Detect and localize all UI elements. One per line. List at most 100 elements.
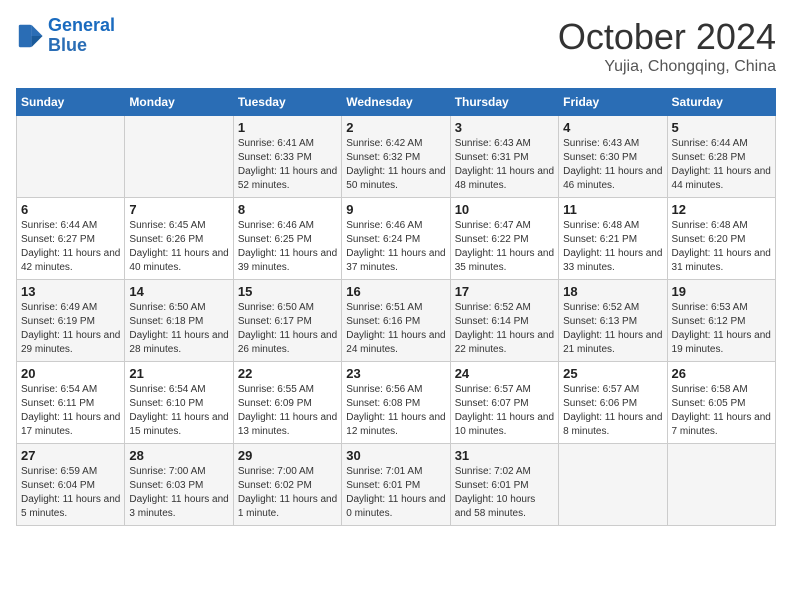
day-info: Sunrise: 6:52 AMSunset: 6:13 PMDaylight:… [563, 301, 662, 357]
calendar-cell: 13 Sunrise: 6:49 AMSunset: 6:19 PMDayligh… [17, 280, 125, 362]
day-info: Sunrise: 7:00 AMSunset: 6:02 PMDaylight:… [238, 465, 337, 521]
calendar-cell: 1 Sunrise: 6:41 AMSunset: 6:33 PMDaylight… [233, 116, 341, 198]
calendar-cell: 20 Sunrise: 6:54 AMSunset: 6:11 PMDayligh… [17, 362, 125, 444]
day-info: Sunrise: 6:41 AMSunset: 6:33 PMDaylight:… [238, 137, 337, 193]
calendar-cell: 8 Sunrise: 6:46 AMSunset: 6:25 PMDaylight… [233, 198, 341, 280]
day-info: Sunrise: 6:47 AMSunset: 6:22 PMDaylight:… [455, 219, 554, 275]
calendar-cell: 19 Sunrise: 6:53 AMSunset: 6:12 PMDayligh… [667, 280, 775, 362]
calendar-cell: 26 Sunrise: 6:58 AMSunset: 6:05 PMDayligh… [667, 362, 775, 444]
day-info: Sunrise: 6:44 AMSunset: 6:28 PMDaylight:… [672, 137, 771, 193]
day-number: 1 [238, 120, 337, 135]
calendar-cell: 4 Sunrise: 6:43 AMSunset: 6:30 PMDaylight… [559, 116, 667, 198]
logo-icon [16, 22, 44, 50]
location-subtitle: Yujia, Chongqing, China [558, 58, 776, 76]
day-info: Sunrise: 6:54 AMSunset: 6:11 PMDaylight:… [21, 383, 120, 439]
day-info: Sunrise: 6:57 AMSunset: 6:06 PMDaylight:… [563, 383, 662, 439]
calendar-cell: 7 Sunrise: 6:45 AMSunset: 6:26 PMDaylight… [125, 198, 233, 280]
calendar-cell: 18Sunrise: 6:52 AMSunset: 6:13 PMDayligh… [559, 280, 667, 362]
day-info: Sunrise: 6:44 AMSunset: 6:27 PMDaylight:… [21, 219, 120, 275]
day-number: 11 [563, 202, 662, 217]
day-number: 7 [129, 202, 228, 217]
logo-general: General [48, 15, 115, 35]
day-info: Sunrise: 6:59 AMSunset: 6:04 PMDaylight:… [21, 465, 120, 521]
day-number: 20 [21, 366, 120, 381]
day-number: 16 [346, 284, 445, 299]
calendar-cell: 16 Sunrise: 6:51 AMSunset: 6:16 PMDayligh… [342, 280, 450, 362]
calendar-cell: 29 Sunrise: 7:00 AMSunset: 6:02 PMDayligh… [233, 444, 341, 526]
day-number: 26 [672, 366, 771, 381]
calendar-cell: 30 Sunrise: 7:01 AMSunset: 6:01 PMDayligh… [342, 444, 450, 526]
day-info: Sunrise: 7:00 AMSunset: 6:03 PMDaylight:… [129, 465, 228, 521]
day-info: Sunrise: 7:02 AMSunset: 6:01 PMDaylight:… [455, 465, 554, 521]
calendar-cell [17, 116, 125, 198]
day-info: Sunrise: 6:46 AMSunset: 6:24 PMDaylight:… [346, 219, 445, 275]
day-info: Sunrise: 6:57 AMSunset: 6:07 PMDaylight:… [455, 383, 554, 439]
weekday-header-wednesday: Wednesday [342, 89, 450, 116]
day-number: 15 [238, 284, 337, 299]
week-row-5: 27 Sunrise: 6:59 AMSunset: 6:04 PMDayligh… [17, 444, 776, 526]
weekday-header-monday: Monday [125, 89, 233, 116]
calendar-cell: 28Sunrise: 7:00 AMSunset: 6:03 PMDayligh… [125, 444, 233, 526]
day-info: Sunrise: 6:52 AMSunset: 6:14 PMDaylight:… [455, 301, 554, 357]
day-number: 19 [672, 284, 771, 299]
day-number: 31 [455, 448, 554, 463]
day-info: Sunrise: 6:50 AMSunset: 6:18 PMDaylight:… [129, 301, 228, 357]
logo-blue: Blue [48, 35, 87, 55]
day-number: 3 [455, 120, 554, 135]
calendar-cell: 6 Sunrise: 6:44 AMSunset: 6:27 PMDaylight… [17, 198, 125, 280]
calendar-cell: 14 Sunrise: 6:50 AMSunset: 6:18 PMDayligh… [125, 280, 233, 362]
day-info: Sunrise: 6:49 AMSunset: 6:19 PMDaylight:… [21, 301, 120, 357]
calendar-cell: 2 Sunrise: 6:42 AMSunset: 6:32 PMDaylight… [342, 116, 450, 198]
calendar-cell: 22 Sunrise: 6:55 AMSunset: 6:09 PMDayligh… [233, 362, 341, 444]
day-info: Sunrise: 6:51 AMSunset: 6:16 PMDaylight:… [346, 301, 445, 357]
day-info: Sunrise: 7:01 AMSunset: 6:01 PMDaylight:… [346, 465, 445, 521]
day-info: Sunrise: 6:54 AMSunset: 6:10 PMDaylight:… [129, 383, 228, 439]
weekday-header-row: SundayMondayTuesdayWednesdayThursdayFrid… [17, 89, 776, 116]
day-number: 25 [563, 366, 662, 381]
calendar-cell: 10Sunrise: 6:47 AMSunset: 6:22 PMDayligh… [450, 198, 558, 280]
day-number: 27 [21, 448, 120, 463]
calendar-cell: 11 Sunrise: 6:48 AMSunset: 6:21 PMDayligh… [559, 198, 667, 280]
calendar-cell: 25 Sunrise: 6:57 AMSunset: 6:06 PMDayligh… [559, 362, 667, 444]
week-row-4: 20 Sunrise: 6:54 AMSunset: 6:11 PMDayligh… [17, 362, 776, 444]
day-info: Sunrise: 6:45 AMSunset: 6:26 PMDaylight:… [129, 219, 228, 275]
day-number: 29 [238, 448, 337, 463]
logo-text: General Blue [48, 16, 115, 56]
day-number: 21 [129, 366, 228, 381]
day-number: 14 [129, 284, 228, 299]
day-number: 17 [455, 284, 554, 299]
calendar-cell: 5 Sunrise: 6:44 AMSunset: 6:28 PMDaylight… [667, 116, 775, 198]
month-title: October 2024 [558, 16, 776, 58]
day-number: 13 [21, 284, 120, 299]
day-info: Sunrise: 6:43 AMSunset: 6:30 PMDaylight:… [563, 137, 662, 193]
weekday-header-saturday: Saturday [667, 89, 775, 116]
day-info: Sunrise: 6:48 AMSunset: 6:20 PMDaylight:… [672, 219, 771, 275]
day-info: Sunrise: 6:43 AMSunset: 6:31 PMDaylight:… [455, 137, 554, 193]
day-info: Sunrise: 6:55 AMSunset: 6:09 PMDaylight:… [238, 383, 337, 439]
day-number: 6 [21, 202, 120, 217]
calendar-cell [559, 444, 667, 526]
day-number: 4 [563, 120, 662, 135]
day-info: Sunrise: 6:42 AMSunset: 6:32 PMDaylight:… [346, 137, 445, 193]
day-number: 8 [238, 202, 337, 217]
day-number: 22 [238, 366, 337, 381]
day-number: 23 [346, 366, 445, 381]
calendar-cell: 21 Sunrise: 6:54 AMSunset: 6:10 PMDayligh… [125, 362, 233, 444]
day-info: Sunrise: 6:48 AMSunset: 6:21 PMDaylight:… [563, 219, 662, 275]
day-info: Sunrise: 6:46 AMSunset: 6:25 PMDaylight:… [238, 219, 337, 275]
day-info: Sunrise: 6:50 AMSunset: 6:17 PMDaylight:… [238, 301, 337, 357]
day-number: 2 [346, 120, 445, 135]
day-number: 5 [672, 120, 771, 135]
calendar-cell: 9Sunrise: 6:46 AMSunset: 6:24 PMDaylight… [342, 198, 450, 280]
day-info: Sunrise: 6:53 AMSunset: 6:12 PMDaylight:… [672, 301, 771, 357]
calendar-cell [125, 116, 233, 198]
day-number: 24 [455, 366, 554, 381]
weekday-header-friday: Friday [559, 89, 667, 116]
day-number: 30 [346, 448, 445, 463]
day-number: 12 [672, 202, 771, 217]
calendar-cell: 17 Sunrise: 6:52 AMSunset: 6:14 PMDayligh… [450, 280, 558, 362]
day-info: Sunrise: 6:58 AMSunset: 6:05 PMDaylight:… [672, 383, 771, 439]
header: General Blue October 2024 Yujia, Chongqi… [16, 16, 776, 76]
title-area: October 2024 Yujia, Chongqing, China [558, 16, 776, 76]
logo: General Blue [16, 16, 115, 56]
